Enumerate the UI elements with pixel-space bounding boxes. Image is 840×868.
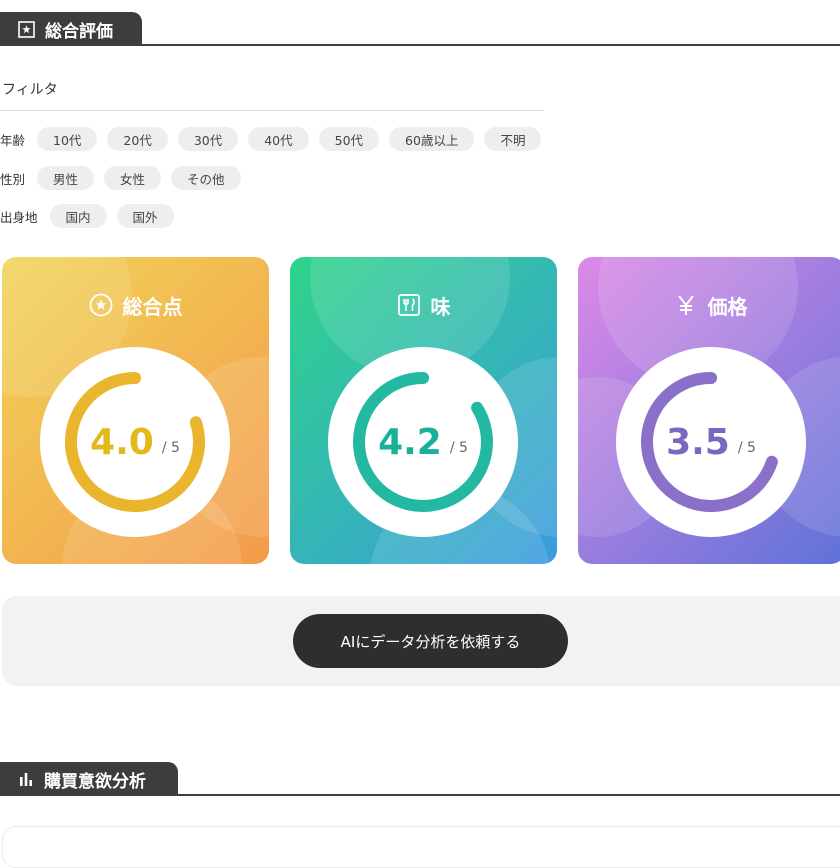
yen-icon [676, 293, 696, 317]
filter-label-origin: 出身地 [0, 209, 38, 225]
filter-title: フィルタ [2, 82, 58, 98]
filter-chip-age-60plus[interactable]: 60歳以上 [389, 127, 475, 151]
score-card-price: 価格 3.5 / 5 [578, 257, 840, 564]
filter-chip-age-30s[interactable]: 30代 [177, 127, 239, 151]
section-rule [0, 794, 840, 796]
bar-chart-icon [18, 771, 34, 787]
filter-divider [0, 110, 544, 111]
filter-chip-gender-female[interactable]: 女性 [104, 166, 162, 190]
score-gauge: 3.5 / 5 [616, 347, 806, 537]
score-value: 4.0 [90, 421, 154, 463]
fork-knife-icon [397, 293, 421, 317]
card-title: 総合点 [122, 294, 183, 319]
ai-analysis-button[interactable]: AIにデータ分析を依頼する [293, 614, 568, 668]
filter-chip-origin-domestic[interactable]: 国内 [49, 204, 107, 228]
score-max: / 5 [737, 440, 756, 456]
section-title-purchase: 購買意欲分析 [44, 771, 146, 792]
filter-chip-age-50s[interactable]: 50代 [318, 127, 380, 151]
filter-chip-age-40s[interactable]: 40代 [248, 127, 309, 151]
filter-row-origin: 出身地 国内 国外 [0, 204, 184, 228]
filter-label-age: 年齢 [0, 132, 26, 148]
section-title-overall: 総合評価 [45, 21, 113, 42]
score-max: / 5 [161, 440, 180, 456]
star-circle-icon [89, 293, 113, 317]
card-title-row: 価格 [578, 290, 840, 320]
score-value-group: 3.5 / 5 [616, 347, 806, 537]
filter-chip-age-10s[interactable]: 10代 [37, 127, 98, 151]
score-card-taste: 味 4.2 / 5 [290, 257, 557, 564]
card-title-row: 総合点 [2, 290, 269, 320]
filter-row-age: 年齢 10代 20代 30代 40代 50代 60歳以上 不明 [0, 127, 551, 151]
section-header-overall: 総合評価 [0, 12, 840, 46]
score-value-group: 4.2 / 5 [328, 347, 518, 537]
filter-label-gender: 性別 [0, 171, 26, 187]
section-tab-purchase: 購買意欲分析 [0, 762, 178, 796]
filter-row-gender: 性別 男性 女性 その他 [0, 166, 251, 190]
score-gauge: 4.0 / 5 [40, 347, 230, 537]
score-gauge: 4.2 / 5 [328, 347, 518, 537]
filter-chip-origin-overseas[interactable]: 国外 [116, 204, 174, 228]
score-value-group: 4.0 / 5 [40, 347, 230, 537]
purchase-analysis-panel [2, 826, 840, 868]
section-rule [0, 44, 840, 46]
score-value: 3.5 [666, 421, 730, 463]
filter-chip-age-20s[interactable]: 20代 [107, 127, 168, 151]
score-value: 4.2 [378, 421, 442, 463]
section-tab-overall: 総合評価 [0, 12, 142, 46]
card-title: 味 [430, 294, 451, 319]
section-header-purchase: 購買意欲分析 [0, 762, 840, 796]
card-title-row: 味 [290, 290, 557, 320]
score-max: / 5 [449, 440, 468, 456]
rating-icon [18, 20, 35, 38]
score-card-overall: 総合点 4.0 / 5 [2, 257, 269, 564]
filter-chip-age-unknown[interactable]: 不明 [484, 127, 542, 151]
filter-chip-gender-male[interactable]: 男性 [37, 166, 95, 190]
card-title: 価格 [707, 294, 748, 319]
filter-chip-gender-other[interactable]: その他 [171, 166, 241, 190]
